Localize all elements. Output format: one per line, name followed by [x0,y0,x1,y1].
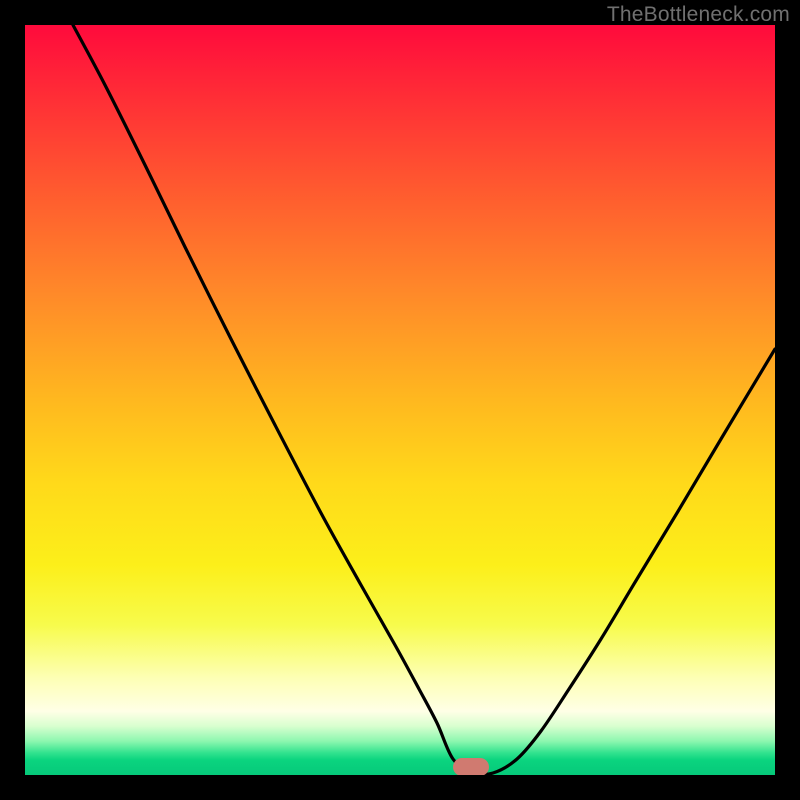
watermark-text: TheBottleneck.com [607,3,790,27]
bottleneck-curve [25,25,775,775]
optimal-marker [453,758,489,775]
plot-area [25,25,775,775]
chart-frame: TheBottleneck.com [0,0,800,800]
